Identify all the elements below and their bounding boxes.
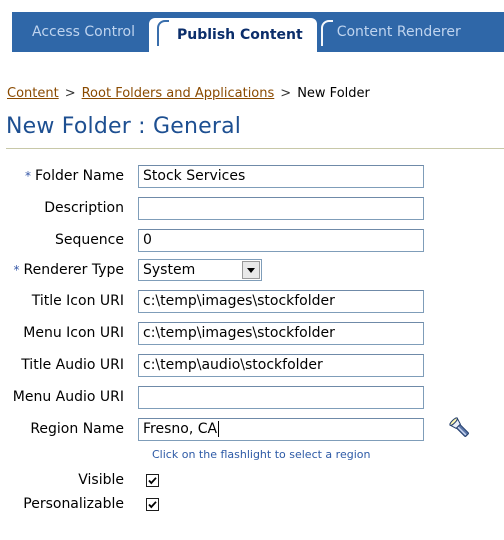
- description-row: Description: [0, 196, 424, 220]
- title-audio-uri-input[interactable]: c:\temp\audio\stockfolder: [138, 353, 424, 377]
- required-marker: *: [24, 169, 31, 183]
- breadcrumb-link-content[interactable]: Content: [7, 86, 59, 101]
- title-divider: [6, 148, 504, 149]
- menu-icon-uri-label: Menu Icon URI: [23, 325, 124, 341]
- menu-audio-uri-input[interactable]: [138, 385, 424, 409]
- renderer-type-row: * Renderer Type System: [0, 258, 262, 282]
- text-cursor: [218, 420, 220, 437]
- title-audio-uri-row: Title Audio URI c:\temp\audio\stockfolde…: [0, 353, 424, 377]
- breadcrumb: Content > Root Folders and Applications > Ne…: [7, 86, 370, 101]
- sequence-row: Sequence 0: [0, 228, 424, 252]
- tab-access-control[interactable]: Access Control: [12, 12, 149, 52]
- folder-name-label: * Folder Name: [24, 168, 124, 184]
- required-marker: *: [13, 263, 20, 277]
- flashlight-icon[interactable]: [448, 416, 472, 440]
- tab-content-renderer[interactable]: Content Renderer: [317, 12, 475, 52]
- folder-name-input[interactable]: Stock Services: [138, 164, 424, 188]
- checkmark-icon: [148, 476, 157, 484]
- visible-row: Visible: [0, 468, 159, 492]
- renderer-type-value: System: [143, 262, 196, 278]
- personalizable-row: Personalizable: [0, 492, 159, 516]
- tab-divider: [156, 20, 169, 46]
- page-title: New Folder : General: [6, 114, 242, 139]
- menu-audio-uri-label: Menu Audio URI: [12, 389, 124, 405]
- chevron-down-icon[interactable]: [242, 261, 260, 279]
- menu-audio-uri-row: Menu Audio URI: [0, 385, 424, 409]
- region-name-row: Region Name Fresno, CA: [0, 417, 424, 441]
- visible-checkbox[interactable]: [146, 473, 159, 487]
- title-icon-uri-input[interactable]: c:\temp\images\stockfolder: [138, 289, 424, 313]
- menu-icon-uri-row: Menu Icon URI c:\temp\images\stockfolder: [0, 321, 424, 345]
- menu-icon-uri-input[interactable]: c:\temp\images\stockfolder: [138, 321, 424, 345]
- breadcrumb-separator: >: [64, 86, 76, 101]
- renderer-type-label: * Renderer Type: [13, 262, 124, 278]
- tab-publish-content[interactable]: Publish Content: [148, 18, 317, 52]
- tab-divider: [320, 20, 333, 46]
- sequence-label: Sequence: [54, 232, 124, 248]
- checkmark-icon: [148, 500, 157, 508]
- description-input[interactable]: [138, 196, 424, 220]
- region-name-label: Region Name: [30, 421, 124, 437]
- personalizable-checkbox[interactable]: [146, 497, 159, 511]
- title-icon-uri-row: Title Icon URI c:\temp\images\stockfolde…: [0, 289, 424, 313]
- renderer-type-select[interactable]: System: [138, 259, 262, 281]
- sequence-input[interactable]: 0: [138, 228, 424, 252]
- tab-label: Access Control: [32, 24, 135, 40]
- tab-label: Content Renderer: [336, 24, 461, 40]
- tab-bar: Access Control Publish Content Content R…: [12, 12, 504, 52]
- folder-name-row: * Folder Name Stock Services: [0, 164, 424, 188]
- breadcrumb-link-root-folders[interactable]: Root Folders and Applications: [82, 86, 275, 101]
- visible-label: Visible: [78, 472, 124, 488]
- region-helper-text: Click on the flashlight to select a regi…: [152, 448, 371, 461]
- personalizable-label: Personalizable: [23, 496, 124, 512]
- title-audio-uri-label: Title Audio URI: [21, 357, 124, 373]
- breadcrumb-separator: >: [280, 86, 292, 101]
- description-label: Description: [44, 200, 124, 216]
- breadcrumb-current: New Folder: [297, 86, 370, 101]
- region-name-input[interactable]: Fresno, CA: [138, 417, 424, 441]
- tab-label: Publish Content: [176, 27, 303, 43]
- title-icon-uri-label: Title Icon URI: [31, 293, 124, 309]
